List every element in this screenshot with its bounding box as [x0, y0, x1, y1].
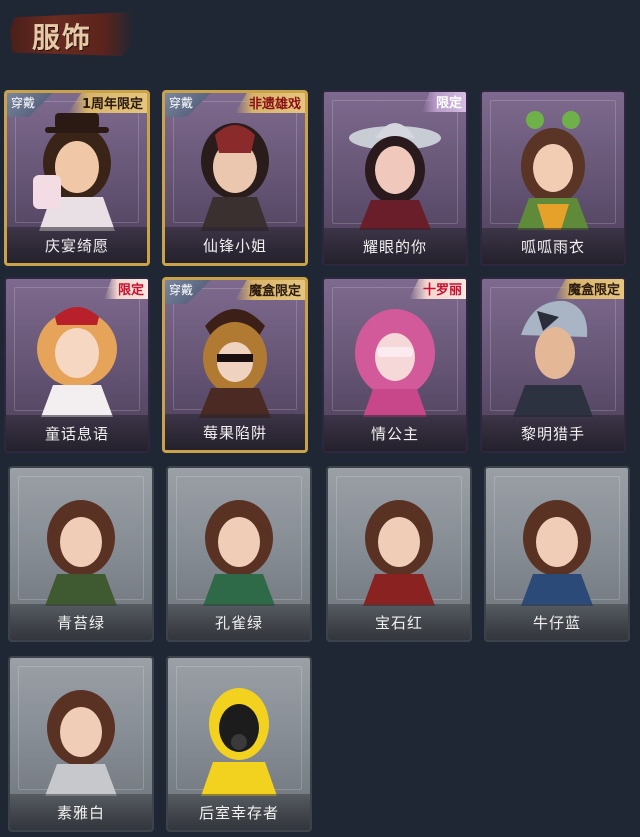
costume-card-tonghua[interactable]: 限定 童话息语: [4, 277, 150, 453]
portrait-icon: [363, 500, 435, 606]
costume-name: 黎明猎手: [482, 415, 624, 451]
costume-card-yaoyan[interactable]: 限定 耀眼的你: [322, 90, 468, 266]
costume-card-meiguo[interactable]: 穿戴 魔盒限定 莓果陷阱: [162, 277, 308, 453]
costume-card-qinggongzhu[interactable]: 十罗丽 情公主: [322, 277, 468, 453]
anniversary-badge: 1周年限定: [67, 93, 147, 113]
costume-name: 莓果陷阱: [165, 414, 305, 450]
portrait-icon: [201, 688, 277, 796]
costume-name: 耀眼的你: [324, 228, 466, 264]
costume-card-baoshi[interactable]: 宝石红: [326, 466, 472, 642]
costume-name: 牛仔蓝: [486, 604, 628, 640]
costume-name: 仙锋小姐: [165, 227, 305, 263]
collab-badge: 十罗丽: [408, 279, 466, 299]
costume-name: 情公主: [324, 415, 466, 451]
costume-name: 宝石红: [328, 604, 470, 640]
costume-name: 青苔绿: [10, 604, 152, 640]
portrait-icon: [349, 123, 441, 230]
costume-card-suya[interactable]: 素雅白: [8, 656, 154, 832]
portrait-icon: [201, 123, 269, 231]
costume-card-guagua[interactable]: 呱呱雨衣: [480, 90, 626, 266]
costume-card-xianfeng[interactable]: 穿戴 非遗雄戏 仙锋小姐: [162, 90, 308, 266]
portrait-icon: [355, 309, 435, 417]
equipped-badge: 穿戴: [165, 93, 219, 117]
portrait-icon: [517, 111, 589, 230]
heritage-badge: 非遗雄戏: [234, 93, 305, 113]
costume-card-qingyan[interactable]: 穿戴 1周年限定 庆宴绮愿: [4, 90, 150, 266]
costume-name: 童话息语: [6, 415, 148, 451]
equipped-badge: 穿戴: [165, 280, 219, 304]
portrait-icon: [33, 113, 115, 231]
equipped-badge: 穿戴: [7, 93, 61, 117]
costume-name: 呱呱雨衣: [482, 228, 624, 264]
costume-card-liming[interactable]: 魔盒限定 黎明猎手: [480, 277, 626, 453]
limited-badge: 限定: [103, 279, 148, 299]
costume-name: 后室幸存者: [168, 794, 310, 830]
portrait-icon: [45, 500, 117, 606]
magic-box-limited-badge: 魔盒限定: [553, 279, 624, 299]
limited-badge: 限定: [421, 92, 466, 112]
portrait-icon: [37, 307, 117, 417]
portrait-icon: [199, 309, 271, 418]
costume-name: 孔雀绿: [168, 604, 310, 640]
portrait-icon: [45, 690, 117, 796]
costume-card-qingtai[interactable]: 青苔绿: [8, 466, 154, 642]
costume-card-houshi[interactable]: 后室幸存者: [166, 656, 312, 832]
section-title: 服饰: [32, 21, 93, 54]
magic-box-limited-badge: 魔盒限定: [234, 280, 305, 300]
costume-name: 素雅白: [10, 794, 152, 830]
portrait-icon: [521, 500, 593, 606]
costume-card-niuzai[interactable]: 牛仔蓝: [484, 466, 630, 642]
portrait-icon: [203, 500, 275, 606]
costume-card-kongque[interactable]: 孔雀绿: [166, 466, 312, 642]
costume-name: 庆宴绮愿: [7, 227, 147, 263]
portrait-icon: [513, 300, 593, 417]
